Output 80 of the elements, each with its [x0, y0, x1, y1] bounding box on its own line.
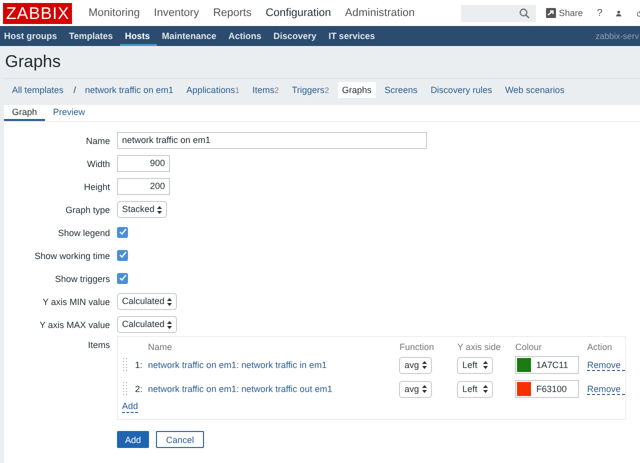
share-button[interactable]: Share: [546, 8, 583, 18]
column-header: Name: [148, 342, 173, 352]
field-label: Width: [86, 158, 111, 168]
checkbox[interactable]: [117, 272, 128, 284]
colour-field[interactable]: F63100: [515, 380, 580, 398]
sub-menu-item[interactable]: Host groups: [0, 26, 64, 46]
row-number: 1:: [135, 360, 143, 370]
search-icon: [518, 8, 530, 18]
colour-field[interactable]: 1A7C11: [515, 356, 580, 374]
field-label: Name: [84, 136, 111, 146]
breadcrumb-link[interactable]: All templates: [8, 82, 68, 98]
select-arrows-icon: [156, 206, 162, 214]
select-arrows-icon: [483, 361, 488, 369]
row-number: 2:: [135, 384, 143, 394]
page-title: Graphs: [3, 46, 640, 79]
breadcrumb-link[interactable]: network traffic on em1: [81, 82, 178, 98]
form-tab[interactable]: Graph: [4, 105, 46, 121]
function-dropdown[interactable]: avg: [399, 380, 432, 398]
select-arrows-icon: [483, 385, 488, 393]
add-item-link[interactable]: Add: [122, 401, 138, 413]
search-field[interactable]: [460, 4, 536, 22]
column-header: Colour: [515, 342, 543, 352]
sub-menu-item[interactable]: IT services: [323, 26, 382, 46]
main-menu-item[interactable]: Monitoring: [88, 7, 140, 19]
sub-menu-item[interactable]: Hosts: [120, 26, 157, 46]
function-dropdown[interactable]: avg: [399, 356, 432, 374]
form-tab[interactable]: Preview: [45, 105, 94, 121]
sub-menu-item[interactable]: Templates: [64, 26, 120, 46]
field-label: Graph type: [64, 204, 111, 214]
select-arrows-icon: [422, 385, 428, 393]
breadcrumb-link[interactable]: Graphs: [338, 82, 376, 98]
dropdown[interactable]: Stacked: [117, 201, 167, 218]
field-label: Show working time: [33, 250, 111, 260]
breadcrumb-link[interactable]: Triggers2: [288, 82, 334, 98]
field-label: Y axis MIN value: [42, 296, 111, 306]
colour-swatch[interactable]: [517, 382, 532, 396]
axis-side-dropdown[interactable]: Left: [457, 380, 494, 398]
field-label: Show triggers: [54, 274, 111, 284]
column-header: Y axis side: [457, 342, 502, 352]
field-label: Items: [86, 339, 111, 350]
cancel-button[interactable]: Cancel: [156, 431, 204, 448]
breadcrumb-link[interactable]: Discovery rules: [426, 82, 496, 98]
checkbox[interactable]: [117, 226, 128, 238]
checkbox[interactable]: [117, 250, 128, 261]
select-arrows-icon: [422, 361, 428, 369]
field-label: Show legend: [56, 228, 111, 238]
name-field[interactable]: network traffic on em1: [117, 132, 427, 149]
sub-menu-item[interactable]: Actions: [223, 26, 268, 46]
dropdown[interactable]: Calculated: [117, 316, 177, 333]
number-field[interactable]: 200: [117, 178, 170, 195]
breadcrumb-separator: /: [74, 85, 76, 95]
colour-swatch[interactable]: [517, 358, 532, 372]
field-label: Height: [82, 182, 111, 192]
add-button[interactable]: Add: [117, 431, 150, 448]
help-button[interactable]: ?: [596, 8, 602, 18]
zabbix-logo[interactable]: ZABBIX: [3, 2, 72, 24]
item-link[interactable]: network traffic on em1: network traffic in em1: [148, 360, 400, 370]
remove-link[interactable]: Remove: [587, 360, 626, 370]
remove-link[interactable]: Remove: [587, 384, 626, 394]
main-menu-item[interactable]: Inventory: [154, 7, 200, 19]
column-header: Function: [399, 342, 435, 352]
number-field[interactable]: 900: [117, 155, 170, 172]
select-arrows-icon: [166, 298, 172, 306]
breadcrumb-link[interactable]: Screens: [380, 82, 422, 98]
axis-side-dropdown[interactable]: Left: [457, 356, 494, 374]
select-arrows-icon: [166, 320, 172, 329]
sub-menu-item[interactable]: Maintenance: [156, 26, 224, 46]
main-menu-item[interactable]: Configuration: [266, 7, 332, 19]
dropdown[interactable]: Calculated: [117, 293, 177, 310]
breadcrumb-link[interactable]: Web scenarios: [501, 82, 568, 98]
breadcrumb-link[interactable]: Items2: [248, 82, 283, 98]
share-icon: [546, 8, 556, 18]
server-name: zabbix-serv: [596, 31, 640, 41]
field-label: Y axis MAX value: [38, 320, 111, 330]
main-menu-item[interactable]: Administration: [345, 7, 415, 19]
breadcrumb-link[interactable]: Applications1: [182, 82, 244, 98]
item-link[interactable]: network traffic on em1: network traffic out em1: [148, 384, 400, 394]
sub-menu-item[interactable]: Discovery: [268, 26, 324, 46]
column-header: Action: [587, 342, 614, 352]
main-menu-item[interactable]: Reports: [213, 7, 252, 19]
